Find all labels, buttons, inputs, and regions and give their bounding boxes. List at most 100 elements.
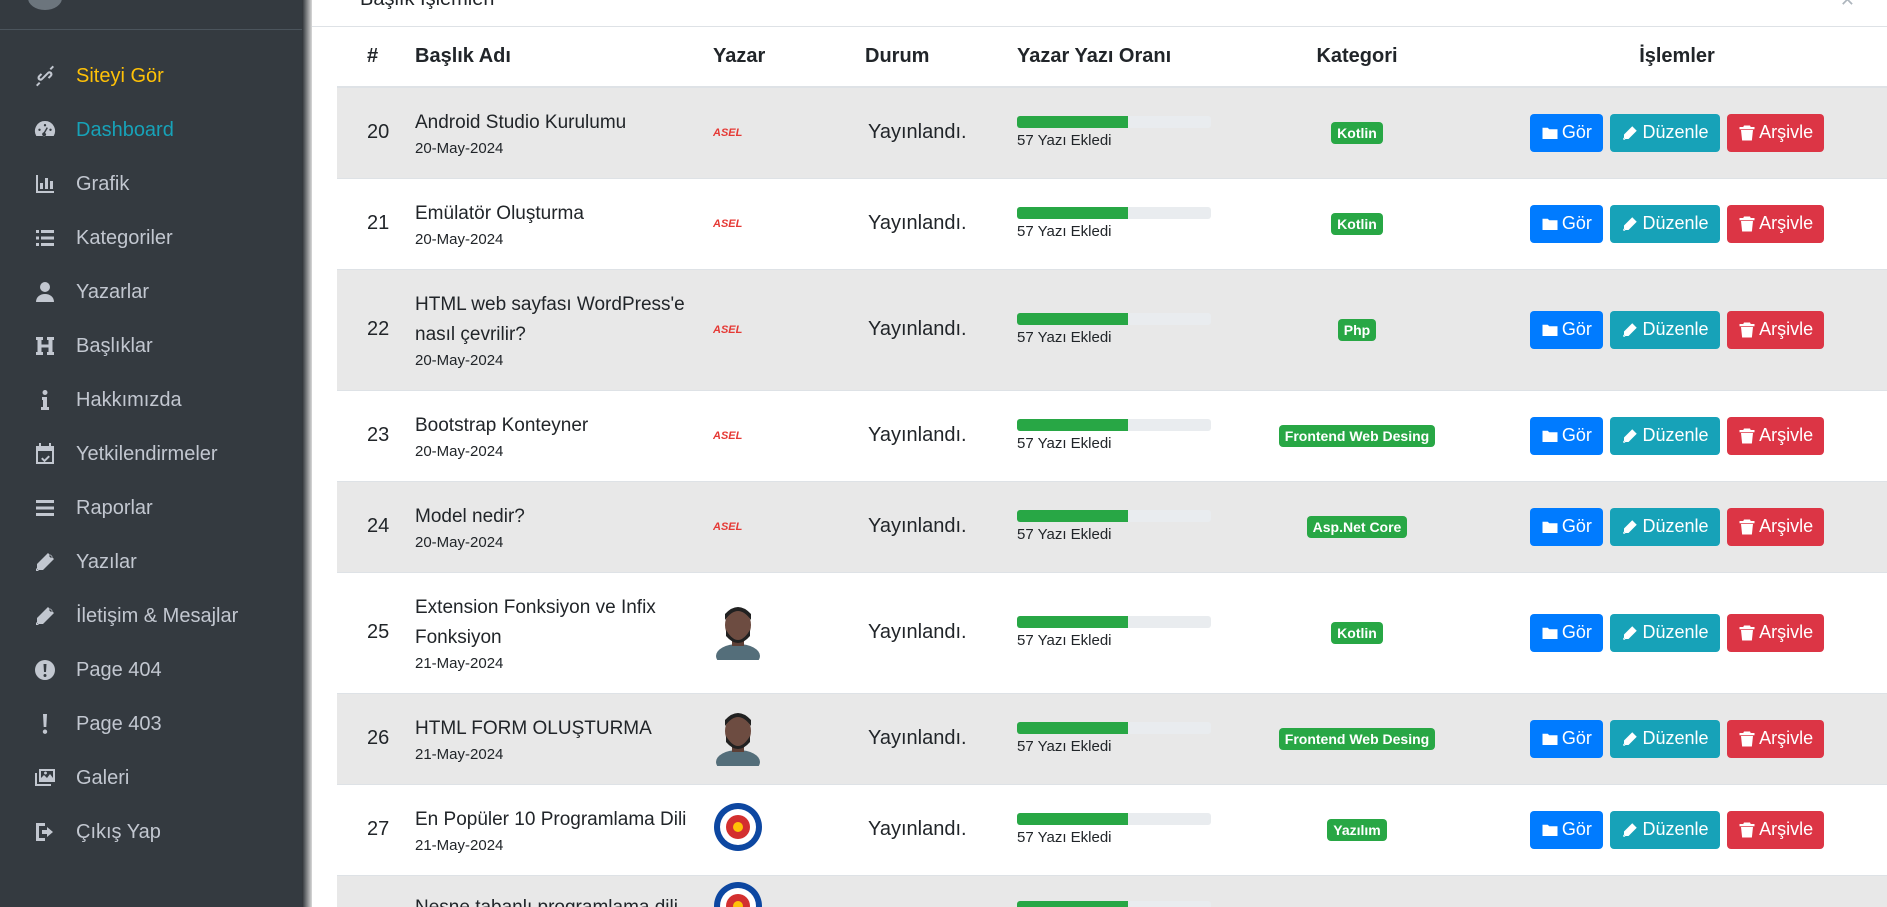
- edit-button[interactable]: Düzenle: [1610, 310, 1720, 349]
- sidebar-item-hakkimizda[interactable]: Hakkımızda: [0, 378, 302, 422]
- archive-button[interactable]: Arşivle: [1727, 613, 1825, 652]
- exclamation-circle-icon: [32, 657, 58, 683]
- post-date: 20-May-2024: [415, 443, 504, 460]
- view-button[interactable]: Gör: [1529, 204, 1603, 243]
- table-row: 21 Emülatör Oluşturma 20-May-2024 ASEL Y…: [337, 177, 1887, 269]
- edit-button-label: Düzenle: [1642, 622, 1709, 642]
- ratio-progress-bar: [1017, 616, 1211, 628]
- author-image: ASEL: [713, 389, 865, 481]
- actions-cell: Gör Düzenle Arşivle: [1467, 268, 1887, 390]
- folder-icon: [1541, 730, 1562, 748]
- view-button[interactable]: Gör: [1529, 719, 1603, 758]
- archive-button[interactable]: Arşivle: [1727, 204, 1825, 243]
- edit-button[interactable]: Düzenle: [1610, 507, 1720, 546]
- ratio-progress-fill: [1017, 900, 1128, 907]
- header-ratio: Yazar Yazı Oranı: [1017, 27, 1247, 88]
- trash-icon: [1738, 321, 1759, 339]
- archive-button-label: Arşivle: [1759, 425, 1814, 445]
- view-button[interactable]: Gör: [1529, 507, 1603, 546]
- header-actions: İşlemler: [1467, 27, 1887, 88]
- row-title-cell: Bootstrap Konteyner 20-May-2024: [415, 389, 713, 481]
- ratio-progress-fill: [1017, 813, 1128, 825]
- row-id: [337, 874, 415, 907]
- view-button[interactable]: Gör: [1529, 613, 1603, 652]
- edit-button[interactable]: Düzenle: [1610, 113, 1720, 152]
- folder-icon: [1541, 321, 1562, 339]
- list-icon: [32, 225, 58, 251]
- post-date: 20-May-2024: [415, 352, 504, 369]
- edit-button[interactable]: Düzenle: [1610, 416, 1720, 455]
- ratio-progress-bar: [1017, 722, 1211, 734]
- post-title[interactable]: Nesne tabanlı programlama dili: [415, 893, 713, 907]
- sidebar-item-dashboard[interactable]: Dashboard: [0, 108, 302, 152]
- post-title[interactable]: En Popüler 10 Programlama Dili: [415, 805, 713, 835]
- status-text: Yayınlandı.: [865, 783, 1017, 875]
- header-status: Durum: [865, 27, 1017, 88]
- post-title[interactable]: Emülatör Oluşturma: [415, 199, 713, 229]
- archive-button[interactable]: Arşivle: [1727, 507, 1825, 546]
- ratio-text: 57 Yazı Ekledi: [1017, 435, 1112, 452]
- view-button-label: Gör: [1561, 819, 1592, 839]
- sidebar-item-yazarlar[interactable]: Yazarlar: [0, 270, 302, 314]
- post-title[interactable]: Android Studio Kurulumu: [415, 108, 713, 138]
- sidebar-item-grafik[interactable]: Grafik: [0, 162, 302, 206]
- close-icon[interactable]: ✕: [1840, 0, 1855, 11]
- post-title[interactable]: HTML web sayfası WordPress'e nasıl çevri…: [415, 290, 713, 350]
- table-row: 27 En Popüler 10 Programlama Dili 21-May…: [337, 783, 1887, 875]
- sidebar-item-label: Yazarlar: [76, 280, 149, 303]
- sidebar-item-iletisim[interactable]: İletişim & Mesajlar: [0, 594, 302, 638]
- archive-button[interactable]: Arşivle: [1727, 719, 1825, 758]
- row-title-cell: Extension Fonksiyon ve Infix Fonksiyon 2…: [415, 571, 713, 693]
- ratio-progress-bar: [1017, 900, 1211, 907]
- post-title[interactable]: Bootstrap Konteyner: [415, 411, 713, 441]
- ratio-cell: 57 Yazı Ekledi: [1017, 86, 1247, 178]
- edit-button-label: Düzenle: [1642, 122, 1709, 143]
- sidebar-item-label: Yetkilendirmeler: [76, 442, 218, 465]
- view-button[interactable]: Gör: [1529, 810, 1603, 849]
- sidebar-item-siteyi-gor[interactable]: Siteyi Gör: [0, 54, 302, 98]
- author-image: ASEL: [713, 177, 865, 269]
- post-title[interactable]: Model nedir?: [415, 502, 713, 532]
- sidebar-item-galeri[interactable]: Galeri: [0, 756, 302, 800]
- sidebar-item-page403[interactable]: Page 403: [0, 702, 302, 746]
- sidebar-item-label: Çıkış Yap: [76, 820, 161, 843]
- actions-cell: [1467, 874, 1887, 907]
- sidebar-item-basliklar[interactable]: Başlıklar: [0, 324, 302, 368]
- edit-button[interactable]: Düzenle: [1610, 613, 1720, 652]
- brand-logo[interactable]: [28, 0, 62, 10]
- archive-button[interactable]: Arşivle: [1727, 416, 1825, 455]
- sidebar-item-yetkilendirmeler[interactable]: Yetkilendirmeler: [0, 432, 302, 476]
- actions-cell: Gör Düzenle Arşivle: [1467, 692, 1887, 784]
- sidebar-item-yazilar[interactable]: Yazılar: [0, 540, 302, 584]
- sidebar-item-kategoriler[interactable]: Kategoriler: [0, 216, 302, 260]
- view-button[interactable]: Gör: [1529, 113, 1603, 152]
- category-cell: [1247, 874, 1467, 907]
- sidebar-divider: [302, 0, 312, 907]
- view-button[interactable]: Gör: [1529, 310, 1603, 349]
- pencil-icon: [1621, 427, 1642, 445]
- sidebar-item-label: Galeri: [76, 766, 130, 789]
- post-title[interactable]: HTML FORM OLUŞTURMA: [415, 714, 713, 744]
- archive-button[interactable]: Arşivle: [1727, 810, 1825, 849]
- card-header: Başlık İşlemleri ✕: [312, 0, 1887, 27]
- category-cell: Kotlin: [1247, 177, 1467, 269]
- edit-button[interactable]: Düzenle: [1610, 204, 1720, 243]
- ratio-progress-fill: [1017, 616, 1128, 628]
- edit-button[interactable]: Düzenle: [1610, 719, 1720, 758]
- row-id: 27: [337, 783, 415, 875]
- table-row: 25 Extension Fonksiyon ve Infix Fonksiyo…: [337, 571, 1887, 693]
- edit-button[interactable]: Düzenle: [1610, 810, 1720, 849]
- card-title: Başlık İşlemleri: [360, 0, 494, 11]
- sidebar-item-raporlar[interactable]: Raporlar: [0, 486, 302, 530]
- sidebar-item-label: Yazılar: [76, 550, 137, 573]
- sidebar-item-page404[interactable]: Page 404: [0, 648, 302, 692]
- sidebar-item-cikis[interactable]: Çıkış Yap: [0, 810, 302, 854]
- archive-button[interactable]: Arşivle: [1727, 113, 1825, 152]
- view-button[interactable]: Gör: [1529, 416, 1603, 455]
- main-content: Başlık İşlemleri ✕ # Başlık Adı Yazar Du…: [312, 0, 1887, 907]
- post-title[interactable]: Extension Fonksiyon ve Infix Fonksiyon: [415, 593, 713, 653]
- ratio-progress-fill: [1017, 116, 1128, 129]
- archive-button[interactable]: Arşivle: [1727, 310, 1825, 349]
- calendar-check-icon: [32, 441, 58, 467]
- table-row: 23 Bootstrap Konteyner 20-May-2024 ASEL …: [337, 389, 1887, 481]
